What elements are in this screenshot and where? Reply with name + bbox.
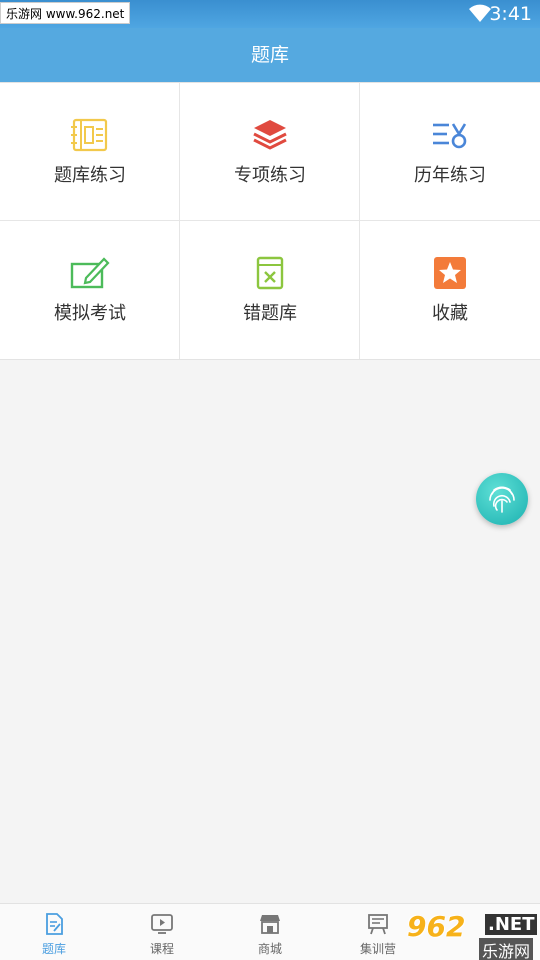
grid-item-label: 收藏 (432, 303, 468, 324)
grid-item-label: 模拟考试 (54, 303, 126, 324)
watermark-label: 乐游网 www.962.net (0, 2, 131, 24)
grid-item-mock-exam[interactable]: 模拟考试 (0, 221, 180, 359)
fingerprint-icon (489, 486, 515, 513)
video-icon (151, 914, 173, 934)
app-bar: 题库 (0, 28, 540, 82)
star-icon (430, 255, 470, 291)
tab-label: 课程 (149, 942, 174, 956)
watermark-suffix: .NET (485, 914, 538, 935)
grid-item-question-practice[interactable]: 题库练习 (0, 83, 180, 221)
tab-label: 商城 (257, 942, 282, 956)
feature-grid: 题库练习 专项练习 历年练习 模拟考试 错题库 收藏 (0, 82, 540, 360)
grid-item-label: 题库练习 (54, 165, 126, 186)
wrong-book-icon (250, 255, 290, 291)
watermark-logo: 962 .NET 乐游网 (405, 908, 540, 960)
watermark-number: 962 (407, 910, 466, 943)
tab-question-bank[interactable]: 题库 (0, 904, 108, 960)
status-bar: 乐游网 www.962.net 3:41 (0, 0, 540, 28)
grid-item-favorites[interactable]: 收藏 (360, 221, 540, 359)
grid-item-past-practice[interactable]: 历年练习 (360, 83, 540, 221)
page-title: 题库 (250, 44, 289, 66)
watermark-name: 乐游网 (479, 938, 534, 960)
grid-item-label: 专项练习 (234, 165, 306, 186)
layers-icon (250, 117, 290, 153)
grid-item-label: 历年练习 (414, 165, 486, 186)
clock: 3:41 (489, 3, 532, 25)
shop-icon (260, 915, 280, 934)
grid-item-wrong-questions[interactable]: 错题库 (180, 221, 360, 359)
grid-item-special-practice[interactable]: 专项练习 (180, 83, 360, 221)
training-icon (368, 914, 388, 935)
tab-label: 题库 (41, 942, 66, 956)
tab-shop[interactable]: 商城 (216, 904, 324, 960)
tab-course[interactable]: 课程 (108, 904, 216, 960)
edit-box-icon (70, 255, 110, 291)
fingerprint-button[interactable] (476, 473, 528, 525)
list-medal-icon (430, 117, 470, 153)
grid-item-label: 错题库 (243, 303, 297, 324)
notebook-icon (70, 117, 110, 153)
question-bank-icon (46, 913, 63, 935)
